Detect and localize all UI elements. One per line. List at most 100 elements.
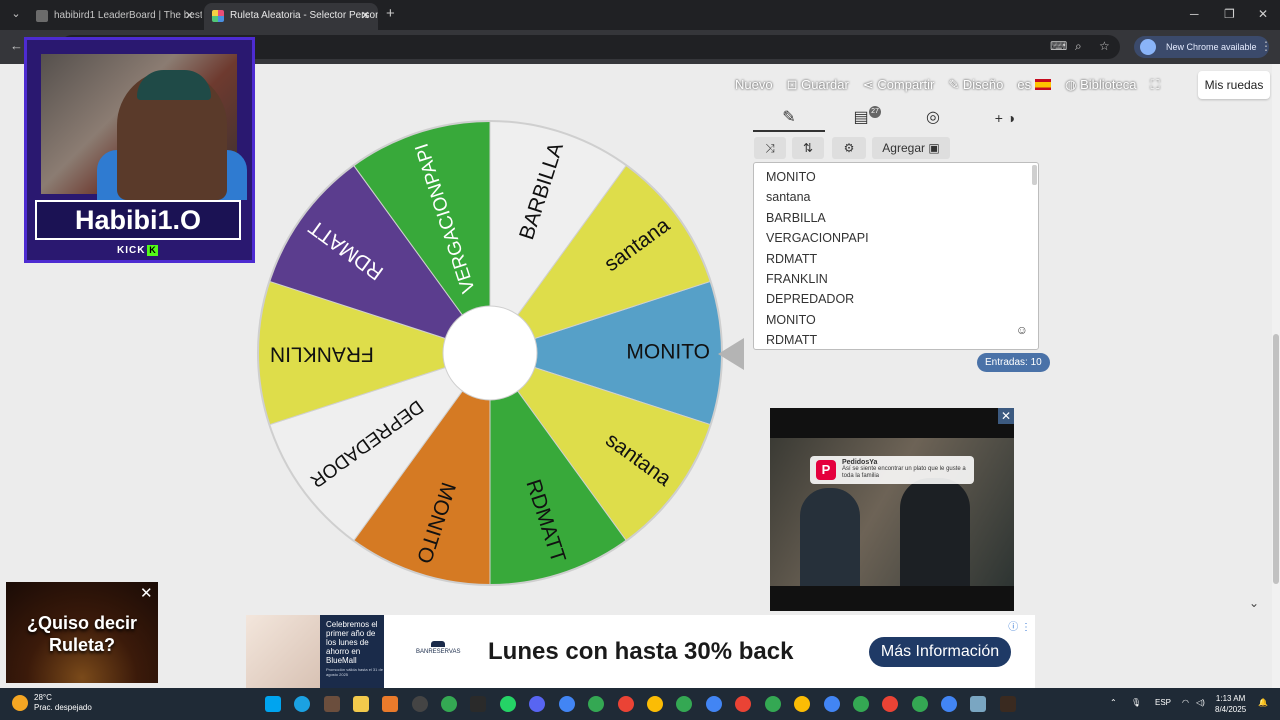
agregar-image-button[interactable]: Agregar ▣	[872, 137, 950, 159]
bookmark-star-icon[interactable]: ☆	[1099, 39, 1110, 53]
discord-icon[interactable]	[529, 696, 545, 712]
spin-wheel[interactable]: MONITOsantanaRDMATTMONITODEPREDADORFRANK…	[255, 118, 725, 588]
microphone-icon[interactable]: 🎙	[1131, 698, 1141, 707]
file-explorer-icon[interactable]	[353, 696, 369, 712]
close-window-icon[interactable]: ✕	[1258, 7, 1268, 21]
obs-icon[interactable]	[412, 696, 428, 712]
wheel-center-hub[interactable]	[442, 305, 538, 401]
language-indicator[interactable]: ESP	[1155, 698, 1171, 707]
app-window-icon[interactable]	[1000, 696, 1016, 712]
new-tab-icon[interactable]: +	[386, 6, 395, 22]
notification-bell-icon[interactable]: 🔔	[1258, 698, 1268, 707]
roulette-promo-overlay[interactable]: ¿Quiso decir Ruleta?	[6, 582, 158, 683]
spain-flag-icon	[1035, 79, 1052, 90]
diseno-link[interactable]: ✎ Diseño	[948, 77, 1003, 93]
back-icon[interactable]: ←	[10, 38, 23, 53]
mis-ruedas-button[interactable]: Mis ruedas	[1198, 71, 1270, 99]
profile-avatar	[1140, 39, 1156, 55]
tab-ruleta[interactable]: Ruleta Aleatoria - Selector Personal ✕	[204, 3, 378, 30]
tab-search-icon[interactable]: ⌄	[8, 6, 24, 22]
sort-button[interactable]: ⇅	[792, 137, 824, 159]
wifi-icon[interactable]: ◠	[1182, 698, 1189, 707]
entry-row[interactable]: santana	[766, 187, 1038, 207]
app-icon[interactable]	[324, 696, 340, 712]
chrome-profile-icon[interactable]	[941, 696, 957, 712]
settings-button[interactable]: ⚙	[832, 137, 866, 159]
chrome-profile-icon[interactable]	[647, 696, 663, 712]
shuffle-button[interactable]: ⤨	[754, 137, 786, 159]
entry-row[interactable]: DEPREDADOR	[766, 289, 1038, 309]
chrome-profile-icon[interactable]	[882, 696, 898, 712]
add-wheel-tab-icon[interactable]: + ◑	[969, 104, 1041, 132]
entry-row[interactable]: RDMATT	[766, 249, 1038, 269]
tab-label: Ruleta Aleatoria - Selector Personal	[230, 10, 378, 21]
mas-informacion-button[interactable]: Más Información	[869, 637, 1011, 667]
taskbar-clock[interactable]: 1:13 AM 8/4/2025	[1215, 693, 1246, 715]
banner-ad[interactable]: Celebremos el primer año de los lunes de…	[246, 615, 1035, 688]
pedidosya-notification: P PedidosYa Así se siente encontrar un p…	[810, 456, 974, 484]
chrome-profile-icon[interactable]	[794, 696, 810, 712]
tray-chevron-icon[interactable]: ⌃	[1110, 698, 1117, 707]
volume-icon[interactable]: ◁)	[1196, 698, 1205, 707]
chrome-profile-icon[interactable]	[853, 696, 869, 712]
new-chrome-label: New Chrome available	[1166, 42, 1257, 52]
chrome-profile-icon[interactable]	[706, 696, 722, 712]
terminal-icon[interactable]	[470, 696, 486, 712]
nuevo-link[interactable]: Nuevo	[735, 77, 773, 93]
chrome-profile-icon[interactable]	[588, 696, 604, 712]
windows-start-icon[interactable]	[265, 696, 281, 712]
collapse-ad-chevron-icon[interactable]: ⌄	[1249, 596, 1259, 610]
hide-tab-eye-slash-icon[interactable]: ◎	[897, 104, 969, 132]
chrome-profile-icon[interactable]	[676, 696, 692, 712]
edit-tab-pencil-icon[interactable]: ✎	[753, 104, 825, 132]
guardar-link[interactable]: ⊡ Guardar	[787, 77, 849, 93]
banreservas-logo-icon	[431, 641, 446, 647]
language-selector[interactable]: es	[1017, 77, 1052, 93]
new-chrome-available-button[interactable]: New Chrome available	[1134, 36, 1269, 58]
emoji-icon[interactable]: ☺	[1016, 323, 1028, 337]
video-ad-close-icon[interactable]: ✕	[998, 408, 1014, 424]
edge-icon[interactable]	[294, 696, 310, 712]
translate-icon[interactable]: ⌨	[1050, 39, 1067, 53]
weather-condition: Prac. despejado	[34, 703, 92, 712]
chrome-profile-icon[interactable]	[618, 696, 634, 712]
restore-icon[interactable]: ❐	[1224, 7, 1235, 21]
results-tab-clipboard-icon[interactable]: ▤ 27	[825, 104, 897, 132]
entry-row[interactable]: BARBILLA	[766, 208, 1038, 228]
entry-row[interactable]: FRANKLIN	[766, 269, 1038, 289]
entry-row[interactable]: MONITO	[766, 167, 1038, 187]
entries-count-badge: Entradas: 10	[977, 353, 1050, 372]
whatsapp-icon[interactable]	[500, 696, 516, 712]
entry-row[interactable]: RDMATT	[766, 330, 1038, 349]
vlc-icon[interactable]	[382, 696, 398, 712]
video-ad[interactable]: P PedidosYa Así se siente encontrar un p…	[770, 408, 1014, 611]
entry-row[interactable]: MONITO	[766, 310, 1038, 330]
adchoices-icon[interactable]: ⓘ ⋮	[1008, 618, 1031, 633]
entries-scrollbar[interactable]	[1032, 165, 1037, 185]
chrome-profile-icon[interactable]	[912, 696, 928, 712]
entries-textarea[interactable]: MONITO santana BARBILLA VERGACIONPAPI RDMATT…	[753, 162, 1039, 350]
chrome-profile-icon[interactable]	[765, 696, 781, 712]
chrome-icon[interactable]	[441, 696, 457, 712]
biblioteca-link[interactable]: ◍ Biblioteca	[1065, 77, 1136, 93]
panel-tabs: ✎ ▤ 27 ◎ + ◑	[753, 104, 1041, 134]
scrollbar-thumb[interactable]	[1273, 334, 1279, 584]
tab-leaderboard[interactable]: habibird1 LeaderBoard | The best ✕	[28, 3, 202, 30]
zoom-icon[interactable]: ⌕	[1075, 39, 1082, 54]
minimize-icon[interactable]: ─	[1190, 7, 1199, 21]
chrome-profile-icon[interactable]	[735, 696, 751, 712]
close-tab-icon[interactable]: ✕	[361, 3, 370, 29]
sort-icon: ⇅	[802, 141, 814, 155]
close-tab-icon[interactable]: ✕	[185, 3, 194, 29]
fullscreen-icon[interactable]: ⛶	[1150, 77, 1159, 93]
roulette-promo-close-icon[interactable]: ✕	[140, 584, 153, 602]
weather-widget[interactable]: 28°C Prac. despejado	[12, 693, 92, 713]
chrome-profile-icon[interactable]	[824, 696, 840, 712]
chrome-profile-icon[interactable]	[559, 696, 575, 712]
page-scrollbar[interactable]	[1272, 64, 1280, 688]
menu-kebab-icon[interactable]: ⋮	[1260, 39, 1272, 53]
app-window-icon[interactable]	[970, 696, 986, 712]
entry-row[interactable]: VERGACIONPAPI	[766, 228, 1038, 248]
compartir-link[interactable]: ⋖ Compartir	[863, 77, 935, 93]
notification-brand: PedidosYa	[842, 459, 878, 466]
